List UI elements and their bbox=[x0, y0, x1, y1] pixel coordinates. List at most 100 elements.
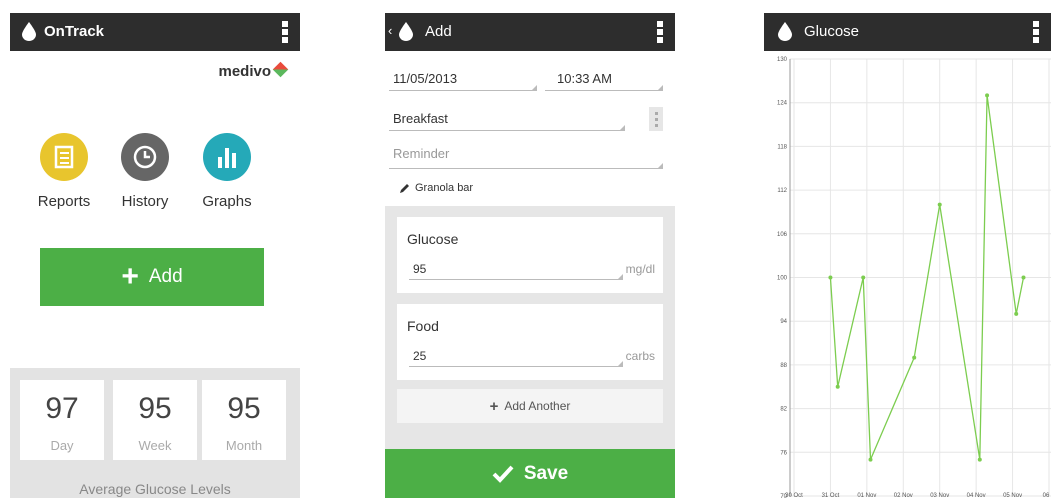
drop-icon bbox=[399, 22, 413, 41]
y-tick-label: 106 bbox=[777, 232, 788, 238]
dropdown-corner-icon bbox=[620, 125, 625, 130]
clock-icon bbox=[133, 145, 157, 169]
y-tick-label: 100 bbox=[777, 276, 788, 282]
brand-logo: medivo bbox=[218, 61, 289, 80]
data-point bbox=[912, 355, 917, 360]
note-text[interactable]: Granola bar bbox=[415, 182, 473, 194]
data-point bbox=[828, 275, 833, 280]
dropdown-corner-icon bbox=[658, 85, 663, 90]
plus-icon: + bbox=[121, 260, 139, 293]
meal-select[interactable]: Breakfast bbox=[393, 111, 448, 126]
glucose-card: Glucose 95 mg/dl bbox=[397, 217, 663, 293]
stat-value: 95 bbox=[227, 392, 261, 425]
data-point bbox=[937, 202, 942, 207]
divider bbox=[409, 279, 623, 280]
stat-label: Day bbox=[50, 438, 74, 453]
app-bar: OnTrack bbox=[10, 13, 300, 51]
stat-value: 97 bbox=[45, 392, 79, 425]
time-field[interactable]: 10:33 AM bbox=[557, 71, 612, 86]
divider bbox=[389, 90, 537, 91]
food-title: Food bbox=[407, 318, 439, 334]
stat-month: 95 Month bbox=[202, 380, 286, 460]
reports-icon bbox=[54, 145, 74, 169]
data-point bbox=[835, 384, 840, 389]
meal-options-button[interactable] bbox=[649, 107, 663, 131]
x-tick-label: 06 N bbox=[1043, 493, 1051, 498]
overflow-menu-icon[interactable] bbox=[282, 21, 288, 43]
checkmark-icon bbox=[492, 465, 514, 483]
add-button[interactable]: + Add bbox=[40, 248, 264, 306]
glucose-unit: mg/dl bbox=[625, 262, 655, 276]
data-point bbox=[985, 93, 990, 98]
food-card: Food 25 carbs bbox=[397, 304, 663, 380]
y-tick-label: 94 bbox=[780, 319, 787, 325]
drop-icon bbox=[778, 22, 792, 41]
home-screen: OnTrack medivo Reports History Graphs + … bbox=[10, 13, 300, 498]
x-tick-label: 01 Nov bbox=[857, 493, 876, 498]
stat-week: 95 Week bbox=[113, 380, 197, 460]
y-tick-label: 82 bbox=[780, 407, 787, 413]
reminder-field[interactable]: Reminder bbox=[393, 146, 449, 161]
add-another-label: Add Another bbox=[504, 399, 571, 413]
y-tick-label: 76 bbox=[780, 450, 787, 456]
date-field[interactable]: 11/05/2013 bbox=[393, 71, 457, 86]
food-input[interactable]: 25 bbox=[413, 349, 426, 363]
back-icon[interactable]: ‹ bbox=[388, 23, 392, 38]
y-tick-label: 88 bbox=[780, 363, 787, 369]
bar-chart-icon bbox=[218, 148, 236, 168]
drop-icon bbox=[22, 22, 36, 41]
dropdown-corner-icon bbox=[618, 361, 623, 366]
data-point bbox=[861, 275, 866, 280]
divider bbox=[389, 168, 663, 169]
history-label: History bbox=[121, 193, 169, 210]
divider bbox=[389, 130, 625, 131]
y-tick-label: 124 bbox=[777, 101, 788, 107]
save-label: Save bbox=[523, 462, 569, 484]
glucose-graph-screen: Glucose 70 76 82 88 94 100 106 112 118 124 130 30 O… bbox=[764, 13, 1051, 498]
save-button[interactable]: Save bbox=[385, 449, 675, 498]
data-point bbox=[868, 457, 873, 462]
x-tick-label: 02 Nov bbox=[894, 493, 913, 498]
add-label: Add bbox=[148, 266, 183, 287]
plus-icon: + bbox=[489, 397, 499, 415]
y-tick-label: 130 bbox=[777, 57, 788, 63]
average-glucose-panel: 97 Day 95 Week 95 Month Average Glucose … bbox=[10, 368, 300, 498]
app-bar: ‹ Add bbox=[385, 13, 675, 51]
add-entry-screen: ‹ Add 11/05/2013 10:33 AM Breakfast Remi… bbox=[385, 13, 675, 498]
stat-day: 97 Day bbox=[20, 380, 104, 460]
data-point bbox=[1014, 311, 1019, 316]
overflow-menu-icon[interactable] bbox=[1033, 21, 1039, 43]
glucose-title: Glucose bbox=[407, 231, 459, 247]
add-another-button[interactable]: + Add Another bbox=[397, 389, 663, 423]
stat-value: 95 bbox=[138, 392, 172, 425]
y-tick-label: 112 bbox=[777, 188, 787, 194]
overflow-menu-icon[interactable] bbox=[657, 21, 663, 43]
divider bbox=[545, 90, 663, 91]
dropdown-corner-icon bbox=[658, 163, 663, 168]
food-unit: carbs bbox=[625, 349, 655, 363]
glucose-input[interactable]: 95 bbox=[413, 262, 426, 276]
pencil-icon bbox=[400, 184, 409, 193]
reports-button[interactable] bbox=[40, 133, 88, 181]
dropdown-corner-icon bbox=[618, 274, 623, 279]
screen-title: Add bbox=[425, 23, 452, 40]
dropdown-corner-icon bbox=[532, 85, 537, 90]
graphs-button[interactable] bbox=[203, 133, 251, 181]
x-tick-label: 04 Nov bbox=[967, 493, 986, 498]
x-tick-label: 30 Oct bbox=[785, 493, 803, 498]
graphs-label: Graphs bbox=[202, 193, 252, 210]
stat-label: Month bbox=[225, 438, 263, 453]
screen-title: Glucose bbox=[804, 23, 860, 40]
divider bbox=[409, 366, 623, 367]
stats-caption: Average Glucose Levels bbox=[79, 481, 231, 497]
app-bar: Glucose bbox=[764, 13, 1051, 51]
y-tick-label: 118 bbox=[777, 144, 787, 150]
history-button[interactable] bbox=[121, 133, 169, 181]
x-tick-label: 31 Oct bbox=[822, 493, 840, 498]
x-tick-label: 03 Nov bbox=[930, 493, 949, 498]
glucose-line-chart[interactable]: 707682889410010611211812413030 Oct 31 Oct… bbox=[764, 51, 1051, 498]
data-point bbox=[977, 457, 982, 462]
app-title: OnTrack bbox=[44, 23, 105, 40]
x-tick-label: 05 Nov bbox=[1003, 493, 1022, 498]
reports-label: Reports bbox=[37, 193, 91, 210]
